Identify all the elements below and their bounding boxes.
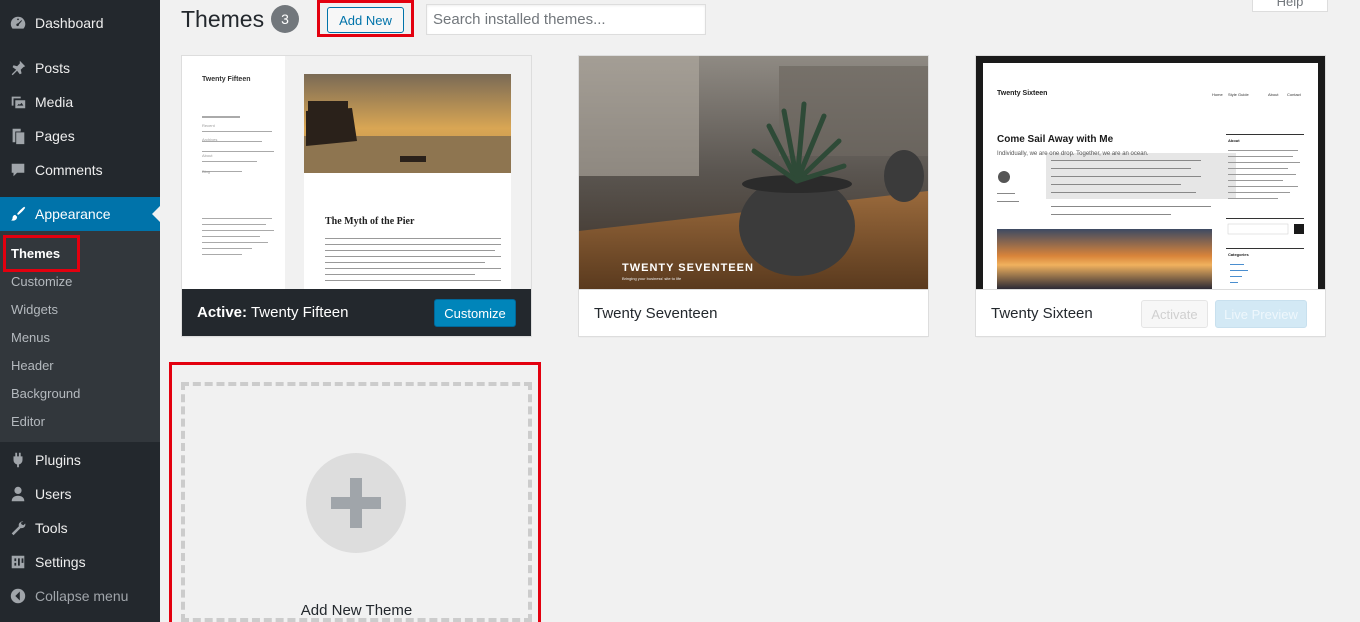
menu-label: Media <box>35 94 74 110</box>
preview-site-title: TWENTY SEVENTEEN <box>622 262 754 274</box>
preview-post-title: The Myth of the Pier <box>325 216 415 227</box>
menu-label: Tools <box>35 520 68 536</box>
theme-footer: Twenty Seventeen <box>579 289 928 336</box>
menu-users[interactable]: Users <box>0 477 160 511</box>
comment-icon <box>8 160 28 180</box>
menu-pages[interactable]: Pages <box>0 119 160 153</box>
appearance-submenu: Themes Customize Widgets Menus Header Ba… <box>0 231 160 442</box>
theme-name: Twenty Sixteen <box>991 305 1093 322</box>
preview-widget-heading: Blog <box>202 169 211 174</box>
submenu-background[interactable]: Background <box>11 386 80 401</box>
preview-widget-heading: About <box>1228 138 1240 143</box>
theme-card-twenty-seventeen[interactable]: TWENTY SEVENTEEN Bringing your business'… <box>578 55 929 337</box>
preview-tagline: Bringing your business' site to life <box>622 276 682 281</box>
preview-nav-item: Contact <box>1287 92 1301 97</box>
media-icon <box>8 92 28 112</box>
menu-posts[interactable]: Posts <box>0 51 160 85</box>
plugin-icon <box>8 450 28 470</box>
add-new-button[interactable]: Add New <box>327 7 404 33</box>
live-preview-button[interactable]: Live Preview <box>1215 300 1307 328</box>
menu-appearance[interactable]: Appearance <box>0 197 160 231</box>
menu-label: Comments <box>35 162 103 178</box>
help-tab[interactable]: Help <box>1252 0 1328 12</box>
add-new-theme-card[interactable]: Add New Theme <box>181 382 532 622</box>
menu-plugins[interactable]: Plugins <box>0 443 160 477</box>
theme-count-badge: 3 <box>271 5 299 33</box>
admin-sidebar: Dashboard Posts Media Pages Comments App… <box>0 0 160 622</box>
submenu-menus[interactable]: Menus <box>11 330 50 345</box>
wrench-icon <box>8 518 28 538</box>
submenu-header[interactable]: Header <box>11 358 54 373</box>
page-title: Themes <box>181 6 265 32</box>
submenu-widgets[interactable]: Widgets <box>11 302 58 317</box>
twenty-seventeen-preview <box>579 56 928 289</box>
paintbrush-icon <box>8 204 28 224</box>
add-new-theme-label: Add New Theme <box>300 602 413 619</box>
menu-label: Pages <box>35 128 75 144</box>
menu-label: Plugins <box>35 452 81 468</box>
preview-widget-heading: Archives <box>202 137 218 142</box>
menu-media[interactable]: Media <box>0 85 160 119</box>
menu-label: Dashboard <box>35 15 104 31</box>
settings-sliders-icon <box>8 552 28 572</box>
menu-tools[interactable]: Tools <box>0 511 160 545</box>
menu-comments[interactable]: Comments <box>0 153 160 187</box>
theme-name-text: Twenty Fifteen <box>250 304 349 321</box>
search-themes-input[interactable] <box>426 4 706 35</box>
submenu-editor[interactable]: Editor <box>11 414 45 429</box>
help-label: Help <box>1276 0 1304 9</box>
menu-label: Collapse menu <box>35 588 129 604</box>
twenty-fifteen-preview <box>182 56 531 289</box>
theme-footer: Active: Twenty Fifteen Customize <box>182 289 531 336</box>
theme-footer: Twenty Sixteen Activate Live Preview <box>976 289 1325 336</box>
preview-site-title: Twenty Sixteen <box>997 90 1048 97</box>
theme-screenshot: Twenty Fifteen Recent Archives About Blo… <box>182 56 531 289</box>
pages-icon <box>8 126 28 146</box>
menu-label: Posts <box>35 60 71 76</box>
menu-settings[interactable]: Settings <box>0 545 160 579</box>
activate-button[interactable]: Activate <box>1141 300 1208 328</box>
menu-label: Appearance <box>35 206 111 222</box>
preview-post-intro: Individually, we are one drop. Together,… <box>997 151 1149 157</box>
pushpin-icon <box>8 58 28 78</box>
theme-name: Twenty Seventeen <box>594 305 718 322</box>
preview-post-title: Come Sail Away with Me <box>997 134 1114 145</box>
theme-screenshot: TWENTY SEVENTEEN Bringing your business'… <box>579 56 928 289</box>
collapse-menu-button[interactable]: Collapse menu <box>0 579 160 613</box>
preview-widget-heading: Recent <box>202 123 215 128</box>
preview-nav-item: About <box>1268 92 1279 97</box>
submenu-themes[interactable]: Themes <box>11 246 60 261</box>
preview-widget-heading: Categories <box>1228 252 1249 257</box>
menu-dashboard[interactable]: Dashboard <box>0 6 160 40</box>
theme-card-twenty-sixteen[interactable]: Twenty Sixteen Home Style Guide About Co… <box>975 55 1326 337</box>
user-icon <box>8 484 28 504</box>
customize-button[interactable]: Customize <box>434 299 516 327</box>
active-prefix: Active: <box>197 304 248 321</box>
plus-icon <box>306 453 406 553</box>
theme-name: Active: Twenty Fifteen <box>197 304 348 321</box>
collapse-arrow-icon <box>8 586 28 606</box>
menu-label: Users <box>35 486 72 502</box>
dashboard-icon <box>8 13 28 33</box>
preview-site-title: Twenty Fifteen <box>202 76 251 83</box>
theme-screenshot: Twenty Sixteen Home Style Guide About Co… <box>976 56 1325 289</box>
preview-nav-item: Home <box>1212 92 1223 97</box>
preview-widget-heading: About <box>202 153 213 158</box>
menu-label: Settings <box>35 554 86 570</box>
preview-nav-item: Style Guide <box>1228 92 1249 97</box>
theme-card-twenty-fifteen[interactable]: Twenty Fifteen Recent Archives About Blo… <box>181 55 532 337</box>
submenu-customize[interactable]: Customize <box>11 274 72 289</box>
